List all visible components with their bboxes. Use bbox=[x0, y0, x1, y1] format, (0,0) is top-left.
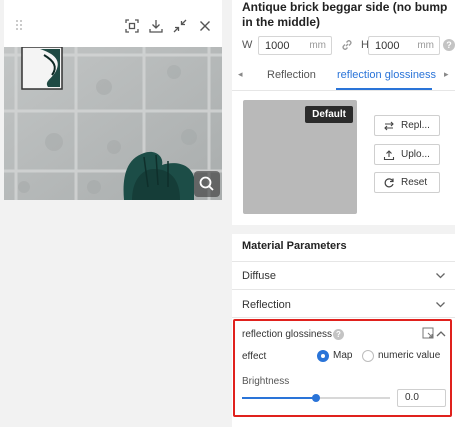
magnifier-icon bbox=[199, 176, 214, 191]
accordion-diffuse[interactable]: Diffuse bbox=[232, 261, 455, 289]
close-icon[interactable] bbox=[197, 18, 213, 34]
glossiness-help-icon[interactable]: ? bbox=[333, 329, 344, 340]
radio-map-label: Map bbox=[333, 350, 353, 361]
width-label: W bbox=[242, 39, 253, 51]
height-value: 1000 bbox=[375, 40, 400, 52]
effect-label: effect bbox=[242, 351, 267, 362]
radio-map-dot bbox=[317, 350, 329, 362]
upload-label: Uplo... bbox=[401, 149, 430, 160]
drag-handle-icon[interactable] bbox=[16, 20, 24, 32]
zoom-button[interactable] bbox=[194, 171, 220, 197]
divider bbox=[232, 317, 455, 318]
reset-icon bbox=[384, 178, 394, 188]
texture-map-card: Default Repl... Uplo... Reset bbox=[232, 91, 455, 225]
glossiness-section-title: reflection glossiness bbox=[242, 329, 333, 340]
width-input[interactable]: 1000 mm bbox=[258, 36, 332, 55]
tab-next-arrow-icon[interactable]: ▸ bbox=[444, 69, 449, 80]
reset-label: Reset bbox=[401, 177, 428, 188]
material-render-image bbox=[4, 47, 222, 200]
help-icon[interactable]: ? bbox=[443, 39, 455, 51]
brightness-label: Brightness bbox=[242, 376, 290, 387]
material-title: Antique brick beggar side (no bump in th… bbox=[242, 0, 448, 29]
accordion-diffuse-label: Diffuse bbox=[242, 270, 277, 282]
upload-icon bbox=[383, 150, 395, 161]
reset-button[interactable]: Reset bbox=[374, 172, 440, 193]
swap-icon bbox=[384, 121, 394, 131]
expand-corner-icon[interactable] bbox=[422, 327, 434, 339]
accordion-reflection-label: Reflection bbox=[242, 299, 291, 311]
radio-numeric-dot bbox=[362, 350, 374, 362]
brightness-slider-handle[interactable] bbox=[312, 394, 320, 402]
model-preview-panel bbox=[4, 0, 222, 200]
width-unit: mm bbox=[309, 40, 326, 51]
focus-frame-icon[interactable] bbox=[124, 18, 140, 34]
chevron-up-icon[interactable] bbox=[436, 329, 446, 339]
texture-thumbnail[interactable]: Default bbox=[243, 100, 357, 214]
upload-button[interactable]: Uplo... bbox=[374, 144, 440, 165]
collapse-arrows-icon[interactable] bbox=[172, 18, 188, 34]
chevron-down-icon bbox=[436, 302, 445, 308]
section-gap bbox=[232, 225, 455, 234]
accordion-reflection[interactable]: Reflection bbox=[232, 290, 455, 318]
link-icon[interactable] bbox=[340, 38, 354, 52]
chevron-down-icon bbox=[436, 273, 445, 279]
tab-reflection[interactable]: Reflection bbox=[267, 69, 316, 81]
brightness-slider-fill bbox=[242, 397, 316, 399]
download-icon[interactable] bbox=[148, 18, 164, 34]
radio-numeric-label: numeric value bbox=[378, 350, 441, 361]
tab-prev-arrow-icon[interactable]: ◂ bbox=[238, 69, 243, 80]
map-tabs: ◂ Reflection reflection glossiness ▸ bbox=[232, 61, 455, 91]
brightness-slider[interactable] bbox=[242, 394, 390, 402]
preview-toolbar bbox=[4, 0, 222, 47]
material-properties-panel: Antique brick beggar side (no bump in th… bbox=[232, 0, 455, 427]
dimensions-row: W 1000 mm H 1000 mm ? bbox=[242, 36, 455, 56]
tab-reflection-glossiness[interactable]: reflection glossiness bbox=[337, 69, 436, 81]
default-badge: Default bbox=[305, 106, 353, 123]
material-parameters-heading: Material Parameters bbox=[242, 240, 347, 252]
height-unit: mm bbox=[417, 40, 434, 51]
replace-label: Repl... bbox=[401, 120, 430, 131]
brightness-value-input[interactable]: 0.0 bbox=[397, 389, 446, 407]
active-tab-indicator bbox=[336, 88, 432, 90]
replace-button[interactable]: Repl... bbox=[374, 115, 440, 136]
width-value: 1000 bbox=[265, 40, 290, 52]
height-input[interactable]: 1000 mm bbox=[368, 36, 440, 55]
